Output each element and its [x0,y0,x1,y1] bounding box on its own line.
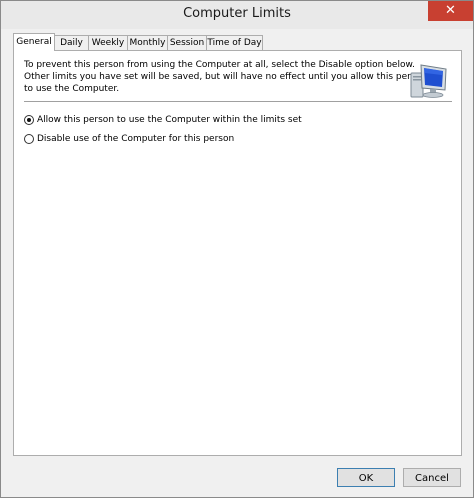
description-line: Other limits you have set will be saved,… [24,72,427,82]
tab-general[interactable]: General [13,33,55,51]
tab-time-of-day[interactable]: Time of Day [206,35,263,50]
section-divider [24,101,452,103]
allow-radio[interactable] [24,115,34,125]
disable-radio[interactable] [24,134,34,144]
description-line: To prevent this person from using the Co… [24,60,415,70]
computer-limits-dialog: Computer Limits ✕ General Daily Weekly M… [0,0,474,498]
cancel-button[interactable]: Cancel [403,468,461,487]
general-tab-panel: To prevent this person from using the Co… [13,50,462,456]
disable-option[interactable]: Disable use of the Computer for this per… [24,132,234,146]
allow-option-label: Allow this person to use the Computer wi… [37,115,302,125]
tab-weekly[interactable]: Weekly [88,35,128,50]
close-icon: ✕ [445,3,456,18]
close-button[interactable]: ✕ [428,1,473,21]
disable-option-label: Disable use of the Computer for this per… [37,134,235,144]
computer-monitor-icon [410,64,447,98]
window-title: Computer Limits [183,6,291,21]
allow-option[interactable]: Allow this person to use the Computer wi… [24,113,302,127]
ok-button[interactable]: OK [337,468,395,487]
description-line: to use the Computer. [24,84,120,94]
title-bar[interactable]: Computer Limits ✕ [1,1,473,29]
tab-session[interactable]: Session [167,35,207,50]
tab-daily[interactable]: Daily [54,35,89,50]
general-description: To prevent this person from using the Co… [24,59,427,95]
tab-monthly[interactable]: Monthly [127,35,168,50]
